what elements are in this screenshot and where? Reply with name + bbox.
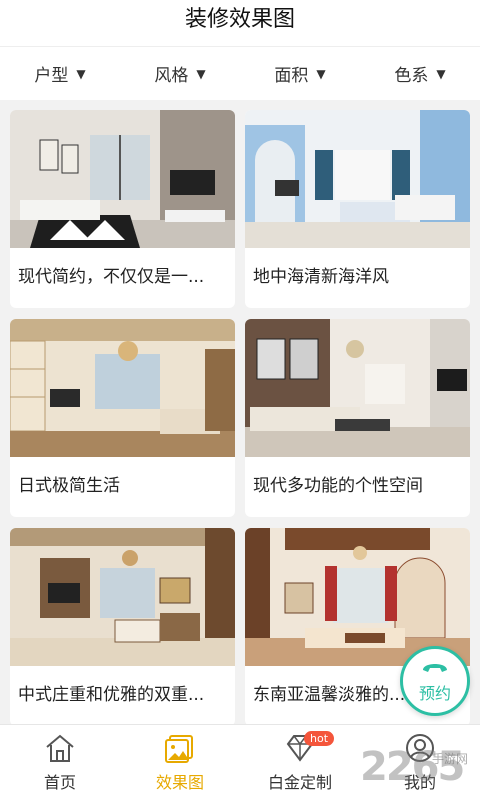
caret-down-icon: ▼ xyxy=(196,66,206,81)
room-photo xyxy=(245,319,470,457)
filter-style[interactable]: 风格 ▼ xyxy=(120,47,240,100)
filter-area[interactable]: 面积 ▼ xyxy=(240,47,360,100)
phone-icon xyxy=(423,664,447,672)
room-photo xyxy=(10,110,235,248)
design-card[interactable]: 中式庄重和优雅的双重... xyxy=(10,528,235,726)
tab-gallery[interactable]: 效果图 xyxy=(120,725,240,800)
design-card[interactable]: 地中海清新海洋风 xyxy=(245,110,470,308)
room-photo xyxy=(245,110,470,248)
hot-badge: hot xyxy=(304,731,335,746)
filter-label: 色系 xyxy=(394,66,429,86)
caret-down-icon: ▼ xyxy=(436,66,446,81)
room-photo xyxy=(10,319,235,457)
tab-platinum[interactable]: hot 白金定制 xyxy=(240,725,360,800)
design-card[interactable]: 现代简约，不仅仅是一... xyxy=(10,110,235,308)
watermark-text: 手游网 xyxy=(432,752,469,766)
design-card[interactable]: 日式极简生活 xyxy=(10,319,235,517)
site-watermark: 2265 手游网 xyxy=(360,744,478,796)
card-caption: 现代多功能的个性空间 xyxy=(253,476,423,496)
book-label: 预约 xyxy=(418,684,451,703)
filter-label: 风格 xyxy=(154,66,189,86)
card-caption: 地中海清新海洋风 xyxy=(253,267,389,287)
tab-label: 白金定制 xyxy=(267,773,332,792)
top-bar: 装修效果图 xyxy=(0,0,480,46)
filter-label: 户型 xyxy=(34,66,69,86)
tab-label: 效果图 xyxy=(155,773,204,792)
caret-down-icon: ▼ xyxy=(316,66,326,81)
filter-layout[interactable]: 户型 ▼ xyxy=(0,47,120,100)
home-icon xyxy=(46,734,74,762)
filter-bar: 户型 ▼ 风格 ▼ 面积 ▼ 色系 ▼ xyxy=(0,46,480,100)
card-caption: 中式庄重和优雅的双重... xyxy=(18,685,205,705)
page-title: 装修效果图 xyxy=(184,7,295,32)
filter-color[interactable]: 色系 ▼ xyxy=(360,47,480,100)
book-button[interactable]: 预约 xyxy=(400,646,470,716)
gallery-icon xyxy=(165,735,193,763)
tab-label: 首页 xyxy=(43,773,76,792)
caret-down-icon: ▼ xyxy=(76,66,86,81)
room-photo xyxy=(10,528,235,666)
design-card[interactable]: 现代多功能的个性空间 xyxy=(245,319,470,517)
filter-label: 面积 xyxy=(274,66,309,86)
tab-home[interactable]: 首页 xyxy=(0,725,120,800)
card-caption: 现代简约，不仅仅是一... xyxy=(18,267,205,287)
card-caption: 日式极简生活 xyxy=(18,476,120,496)
